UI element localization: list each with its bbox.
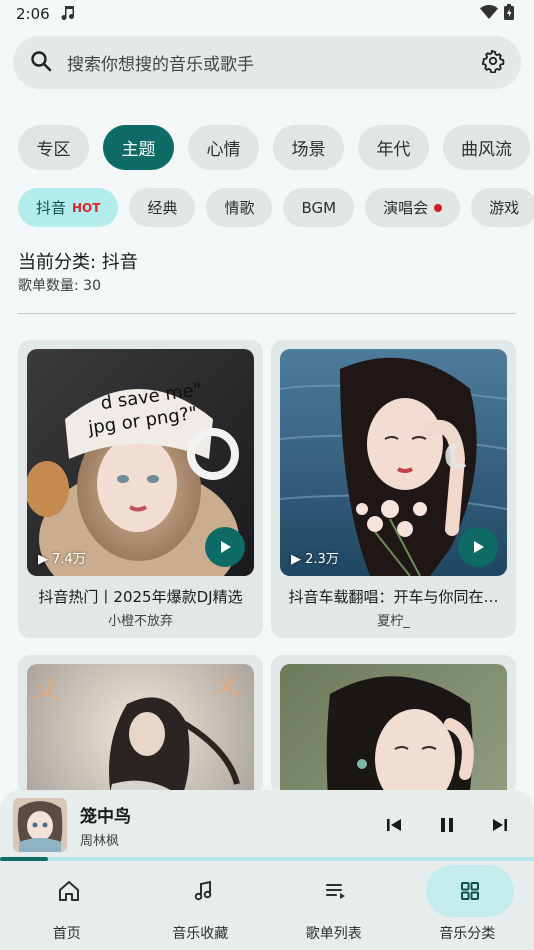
tab-theme[interactable]: 主题 <box>103 125 174 170</box>
play-icon <box>474 541 484 553</box>
search-bar[interactable]: 搜索你想搜的音乐或歌手 <box>13 36 521 89</box>
grid-icon <box>425 865 514 917</box>
tab-scene[interactable]: 场景 <box>273 125 344 170</box>
playlist-count: 歌单数量: 30 <box>18 278 101 294</box>
primary-category-tabs: 专区 主题 心情 场景 年代 曲风流 <box>18 125 534 170</box>
nav-playlists[interactable]: 歌单列表 <box>267 861 401 950</box>
battery-icon <box>504 4 514 24</box>
status-time: 2:06 <box>16 5 50 23</box>
now-playing-title: 笼中鸟 <box>80 807 131 827</box>
search-input[interactable]: 搜索你想搜的音乐或歌手 <box>67 50 481 75</box>
playlist-card[interactable] <box>271 655 516 795</box>
nav-categories[interactable]: 音乐分类 <box>401 861 534 950</box>
tab-genre[interactable]: 曲风流 <box>443 125 530 170</box>
chip-label: BGM <box>301 198 337 217</box>
playlist-card[interactable]: d save me" jpg or png?" ▶ 7.4万 抖音热门丨2025… <box>18 340 263 638</box>
settings-gear-icon[interactable] <box>481 49 505 77</box>
next-track-icon[interactable] <box>488 813 512 837</box>
mini-player[interactable]: 笼中鸟 周林枫 <box>0 790 534 860</box>
home-icon <box>25 865 113 917</box>
playlist-card[interactable] <box>18 655 263 795</box>
play-count-value: 2.3万 <box>305 552 339 567</box>
nav-home-label: 首页 <box>52 926 81 942</box>
wifi-icon <box>480 5 498 23</box>
chip-game[interactable]: 游戏 <box>471 188 534 227</box>
bottom-navigation: 首页 音乐收藏 歌单列表 音乐分类 <box>0 861 534 950</box>
chip-label: 演唱会 <box>383 199 429 217</box>
music-note-icon <box>159 865 247 917</box>
chip-love-songs[interactable]: 情歌 <box>206 188 273 227</box>
nav-favorites[interactable]: 音乐收藏 <box>134 861 268 950</box>
nav-favorites-label: 音乐收藏 <box>172 926 229 942</box>
nav-home[interactable]: 首页 <box>0 861 134 950</box>
music-notification-icon <box>60 4 76 24</box>
nav-categories-label: 音乐分类 <box>439 926 496 942</box>
new-dot-indicator <box>434 203 443 212</box>
search-icon[interactable] <box>29 49 53 77</box>
chip-label: 经典 <box>147 199 178 217</box>
chip-douyin[interactable]: 抖音 HOT <box>18 188 119 227</box>
playlist-author: 夏柠_ <box>377 614 410 629</box>
status-bar: 2:06 <box>0 0 534 28</box>
playlist-cover-image <box>27 664 254 795</box>
pause-icon[interactable] <box>435 813 459 837</box>
secondary-tag-chips: 抖音 HOT 经典 情歌 BGM 演唱会 游戏 <box>18 188 534 227</box>
chip-label: 情歌 <box>224 199 255 217</box>
chip-bgm[interactable]: BGM <box>283 188 355 227</box>
playlist-card[interactable]: ▶ 2.3万 抖音车载翻唱：开车与你同在… 夏柠_ <box>271 340 516 638</box>
playlist-cover-image <box>280 664 507 795</box>
album-art[interactable] <box>13 798 67 852</box>
play-count-value: 7.4万 <box>52 552 86 567</box>
playlist-title: 抖音热门丨2025年爆款DJ精选 <box>38 588 243 606</box>
chip-classic[interactable]: 经典 <box>129 188 196 227</box>
previous-track-icon[interactable] <box>382 813 406 837</box>
hot-badge: HOT <box>72 200 101 215</box>
play-count: ▶ 7.4万 <box>38 552 86 567</box>
chip-concert[interactable]: 演唱会 <box>365 188 461 227</box>
now-playing-artist: 周林枫 <box>80 834 120 849</box>
tab-era[interactable]: 年代 <box>358 125 429 170</box>
chip-label: 游戏 <box>489 199 520 217</box>
tab-zone[interactable]: 专区 <box>18 125 89 170</box>
tab-mood[interactable]: 心情 <box>188 125 259 170</box>
current-category: 当前分类: 抖音 <box>18 252 138 273</box>
play-button[interactable] <box>205 527 245 567</box>
chip-label: 抖音 <box>36 199 67 217</box>
divider <box>18 313 516 314</box>
playlist-icon <box>292 865 380 917</box>
nav-playlists-label: 歌单列表 <box>305 926 362 942</box>
play-count: ▶ 2.3万 <box>291 552 339 567</box>
play-icon <box>221 541 231 553</box>
playlist-author: 小橙不放弃 <box>107 614 173 629</box>
play-button[interactable] <box>458 527 498 567</box>
playlist-title: 抖音车载翻唱：开车与你同在… <box>288 588 499 606</box>
